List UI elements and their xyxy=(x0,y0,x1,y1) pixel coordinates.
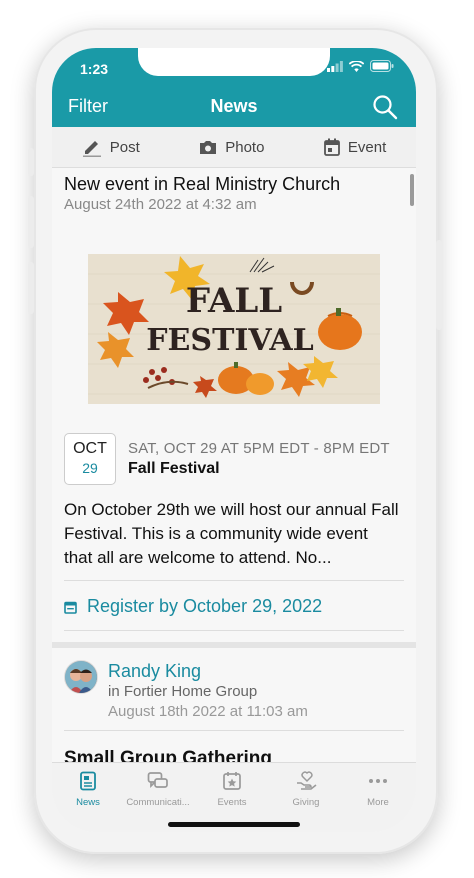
news-icon xyxy=(80,771,96,791)
group-name: in Fortier Home Group xyxy=(108,683,258,700)
tab-news-label: News xyxy=(76,797,100,808)
search-icon[interactable] xyxy=(372,94,398,120)
compose-bar: Post Photo Event xyxy=(52,127,416,168)
author-name[interactable]: Randy King xyxy=(108,661,201,682)
event-date-badge: OCT 29 xyxy=(64,433,116,485)
signal-icon xyxy=(327,60,343,72)
event-banner-image[interactable]: FALL FESTIVAL xyxy=(88,254,380,404)
camera-icon xyxy=(200,141,217,154)
news-feed[interactable]: New event in Real Ministry Church August… xyxy=(52,168,416,762)
post-date: August 24th 2022 at 4:32 am xyxy=(64,196,257,213)
event-day: 29 xyxy=(82,460,98,476)
event-name[interactable]: Fall Festival xyxy=(128,460,220,478)
event-datetime: SAT, OCT 29 AT 5PM EDT - 8PM EDT xyxy=(128,440,390,457)
more-dots-icon xyxy=(369,779,387,783)
photo-button[interactable]: Photo xyxy=(199,139,264,156)
post-button[interactable]: Post xyxy=(82,137,140,157)
tab-more[interactable]: More xyxy=(342,771,414,808)
register-link[interactable]: Register by October 29, 2022 xyxy=(64,596,322,617)
event-button[interactable]: Event xyxy=(323,138,387,156)
tab-giving-label: Giving xyxy=(292,797,320,808)
avatar[interactable] xyxy=(64,660,98,694)
divider xyxy=(64,630,404,631)
chat-icon xyxy=(147,772,168,789)
phone-volume-down-button xyxy=(28,262,34,314)
app-screen: 1:23 Filter News Post Photo Event New ev… xyxy=(52,48,416,832)
giving-hand-icon xyxy=(297,771,317,790)
post-title: New event in Real Ministry Church xyxy=(64,174,341,194)
event-month: OCT xyxy=(73,440,107,457)
tab-bar: News Communicati... Events Giving More xyxy=(52,762,416,832)
tab-more-label: More xyxy=(367,797,389,808)
event-description: On October 29th we will host our annual … xyxy=(64,500,399,567)
tab-news[interactable]: News xyxy=(52,771,124,808)
home-indicator[interactable] xyxy=(168,822,300,827)
pencil-icon xyxy=(82,141,101,157)
battery-icon xyxy=(370,60,394,72)
tab-events-label: Events xyxy=(217,797,247,808)
banner-line1: FALL xyxy=(186,281,282,321)
event-label: Event xyxy=(347,138,387,156)
phone-power-button xyxy=(436,240,442,330)
status-time: 1:23 xyxy=(80,61,109,77)
photo-label: Photo xyxy=(225,138,265,156)
post-title: Small Group Gathering xyxy=(64,748,272,762)
divider xyxy=(64,730,404,731)
tab-giving[interactable]: Giving xyxy=(270,771,342,808)
tab-communication-label: Communicati... xyxy=(126,797,190,808)
calendar-icon xyxy=(323,138,340,156)
status-icons xyxy=(327,60,394,72)
scrollbar[interactable] xyxy=(410,174,414,206)
tab-events[interactable]: Events xyxy=(196,771,268,808)
calendar-star-icon xyxy=(223,772,241,790)
avatar-photo xyxy=(65,661,97,693)
register-label: Register by October 29, 2022 xyxy=(87,596,323,616)
divider xyxy=(64,580,404,581)
tab-communication[interactable]: Communicati... xyxy=(122,771,194,808)
phone-volume-up-button xyxy=(28,196,34,248)
card-separator xyxy=(52,642,416,648)
banner-line2: FESTIVAL xyxy=(146,323,314,358)
notch xyxy=(138,48,330,76)
header: 1:23 Filter News xyxy=(52,48,416,127)
navbar: Filter News xyxy=(52,88,416,127)
wifi-icon xyxy=(349,60,364,72)
page-title: News xyxy=(210,96,258,116)
post-label: Post xyxy=(109,138,140,156)
post-date: August 18th 2022 at 11:03 am xyxy=(108,703,308,720)
phone-mute-button xyxy=(28,148,34,176)
fall-festival-artwork: FALL FESTIVAL xyxy=(88,254,380,404)
calendar-small-icon xyxy=(64,601,77,614)
